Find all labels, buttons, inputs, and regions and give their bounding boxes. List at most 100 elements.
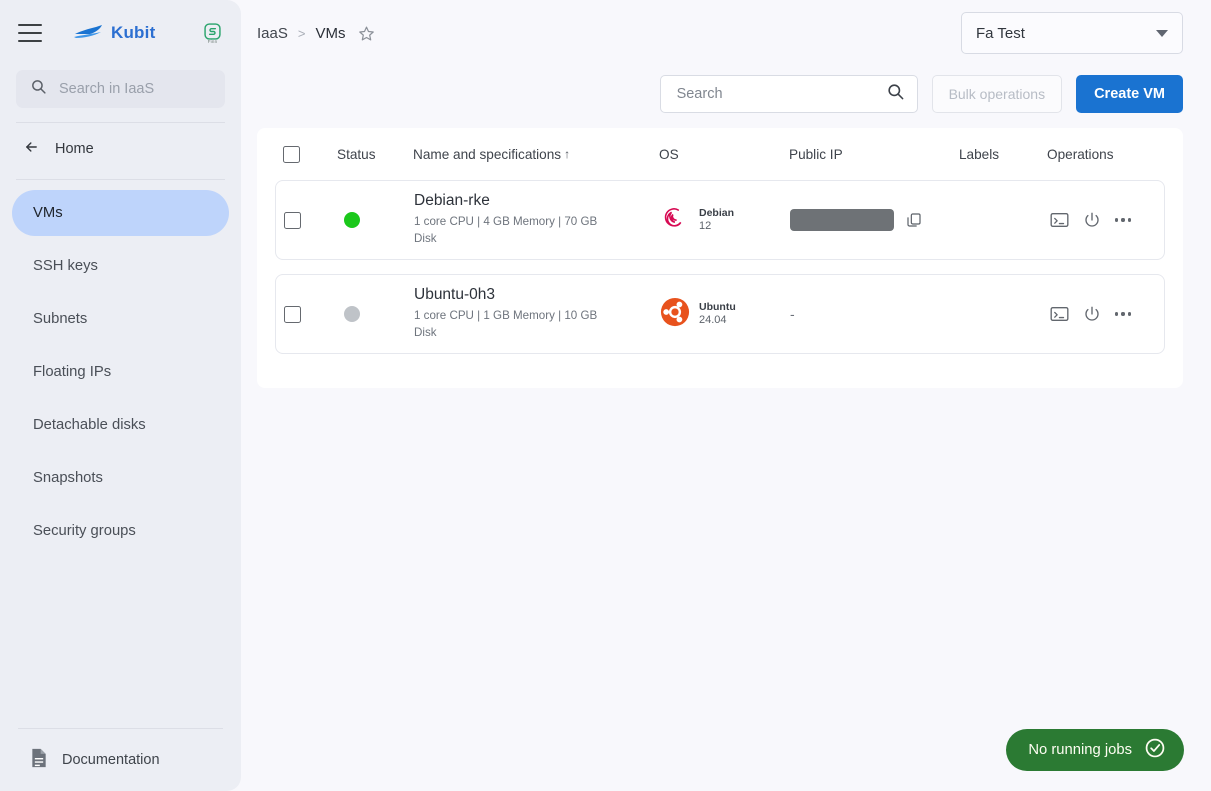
- console-icon[interactable]: [1050, 212, 1069, 228]
- row-operations-cell: [1048, 211, 1164, 229]
- column-header-name-label: Name and specifications: [413, 146, 562, 162]
- sidebar-nav: VMs SSH keys Subnets Floating IPs Detach…: [0, 180, 241, 561]
- row-name-cell: Ubuntu-0h3 1 core CPU | 1 GB Memory | 10…: [414, 286, 660, 342]
- project-select[interactable]: Fa Test: [961, 12, 1183, 54]
- search-icon[interactable]: [886, 82, 905, 106]
- column-header-os[interactable]: OS: [659, 147, 789, 162]
- row-os-cell: Ubuntu 24.04: [660, 297, 790, 332]
- row-select-cell: [276, 305, 338, 323]
- breadcrumb: IaaS > VMs: [257, 25, 375, 42]
- top-bar: IaaS > VMs Fa Test: [241, 0, 1211, 66]
- sidebar-item-detachable-disks[interactable]: Detachable disks: [12, 402, 229, 448]
- row-public-ip-cell: -: [790, 306, 960, 322]
- sidebar: Kubit Finn Search in IaaS Home VMs SSH k…: [0, 0, 241, 791]
- os-info: Debian 12: [699, 207, 734, 234]
- sidebar-item-subnets[interactable]: Subnets: [12, 296, 229, 342]
- sidebar-item-documentation[interactable]: Documentation: [0, 729, 241, 791]
- jobs-status-badge[interactable]: No running jobs: [1006, 729, 1184, 771]
- sidebar-footer: Documentation: [0, 728, 241, 791]
- row-checkbox[interactable]: [284, 211, 301, 229]
- table-row[interactable]: Debian-rke 1 core CPU | 4 GB Memory | 70…: [275, 180, 1165, 260]
- vm-name-link[interactable]: Ubuntu-0h3: [414, 286, 660, 304]
- s-logo-subtext: Finn: [207, 38, 218, 44]
- vm-name-link[interactable]: Debian-rke: [414, 192, 660, 210]
- table-row[interactable]: Ubuntu-0h3 1 core CPU | 1 GB Memory | 10…: [275, 274, 1165, 354]
- sidebar-item-floating-ips[interactable]: Floating IPs: [12, 349, 229, 395]
- status-badge: [344, 306, 360, 322]
- sidebar-item-snapshots[interactable]: Snapshots: [12, 455, 229, 501]
- sidebar-search-placeholder: Search in IaaS: [59, 81, 155, 97]
- column-header-operations: Operations: [1047, 146, 1114, 162]
- sidebar-item-vms[interactable]: VMs: [12, 190, 229, 236]
- search-input-wrap[interactable]: [659, 75, 918, 113]
- boat-logo-icon: [74, 23, 104, 44]
- console-icon[interactable]: [1050, 306, 1069, 322]
- os-version: 24.04: [699, 313, 727, 326]
- check-circle-icon: [1144, 737, 1166, 764]
- search-icon: [30, 78, 47, 100]
- ubuntu-icon: [660, 297, 690, 332]
- jobs-status-label: No running jobs: [1028, 742, 1132, 758]
- column-header-public-ip[interactable]: Public IP: [789, 147, 959, 162]
- sidebar-item-label-security-groups: Security groups: [33, 523, 136, 539]
- public-ip-value: -: [790, 306, 795, 322]
- row-name-cell: Debian-rke 1 core CPU | 4 GB Memory | 70…: [414, 192, 660, 248]
- sidebar-search-input[interactable]: Search in IaaS: [16, 70, 225, 108]
- document-icon: [30, 748, 48, 772]
- row-status-cell: [338, 306, 414, 322]
- arrow-left-icon: [22, 139, 41, 159]
- select-all-checkbox[interactable]: [283, 145, 300, 163]
- sidebar-item-label-ssh-keys: SSH keys: [33, 258, 98, 274]
- os-name: Debian: [699, 206, 735, 219]
- power-icon[interactable]: [1083, 211, 1101, 229]
- select-all-cell: [275, 145, 337, 163]
- main-content: IaaS > VMs Fa Test Search Bulk operation…: [241, 0, 1211, 791]
- breadcrumb-separator: >: [297, 25, 306, 41]
- table-toolbar: Bulk operations Create VM: [241, 66, 1211, 122]
- row-checkbox[interactable]: [284, 305, 301, 323]
- more-options-icon[interactable]: [1115, 312, 1132, 316]
- create-vm-button[interactable]: Create VM: [1076, 75, 1183, 113]
- sidebar-item-label-vms: VMs: [33, 205, 63, 221]
- breadcrumb-current: VMs: [315, 24, 346, 42]
- project-select-value: Fa Test: [976, 24, 1025, 42]
- os-info: Ubuntu 24.04: [699, 301, 736, 328]
- sort-ascending-icon: ↑: [564, 147, 571, 161]
- row-status-cell: [338, 212, 414, 228]
- column-header-status[interactable]: Status: [337, 147, 413, 162]
- sidebar-item-home[interactable]: Home: [0, 123, 241, 175]
- chevron-down-icon: [1156, 29, 1168, 37]
- vm-specs: 1 core CPU | 4 GB Memory | 70 GB Disk: [414, 215, 598, 245]
- column-header-name[interactable]: Name and specifications ↑: [413, 147, 659, 162]
- search-input[interactable]: [676, 86, 886, 102]
- sidebar-item-ssh-keys[interactable]: SSH keys: [12, 243, 229, 289]
- sidebar-item-label-snapshots: Snapshots: [33, 470, 103, 486]
- row-public-ip-cell: [790, 209, 960, 231]
- table-header-row: Status Name and specifications ↑ OS Publ…: [257, 128, 1183, 180]
- row-select-cell: [276, 211, 338, 229]
- more-options-icon[interactable]: [1115, 218, 1132, 222]
- app-root: Kubit Finn Search in IaaS Home VMs SSH k…: [0, 0, 1211, 791]
- copy-icon[interactable]: [906, 212, 922, 228]
- brand[interactable]: Kubit: [74, 23, 194, 44]
- breadcrumb-root[interactable]: IaaS: [257, 25, 288, 42]
- star-outline-icon[interactable]: [358, 25, 375, 42]
- brand-name: Kubit: [111, 23, 156, 42]
- s-logo-icon[interactable]: Finn: [204, 22, 221, 44]
- hamburger-icon[interactable]: [18, 24, 42, 42]
- vm-table: Status Name and specifications ↑ OS Publ…: [257, 128, 1183, 388]
- sidebar-item-security-groups[interactable]: Security groups: [12, 508, 229, 554]
- os-version: 12: [699, 219, 712, 232]
- sidebar-item-label-documentation: Documentation: [62, 752, 160, 768]
- sidebar-item-label-home: Home: [55, 141, 94, 157]
- row-os-cell: Debian 12: [660, 203, 790, 238]
- sidebar-item-label-detachable-disks: Detachable disks: [33, 417, 146, 433]
- column-header-labels[interactable]: Labels: [959, 147, 1047, 162]
- sidebar-item-label-floating-ips: Floating IPs: [33, 364, 112, 380]
- sidebar-item-label-subnets: Subnets: [33, 311, 88, 327]
- sidebar-header: Kubit Finn: [0, 0, 241, 66]
- os-name: Ubuntu: [699, 300, 736, 313]
- bulk-operations-button[interactable]: Bulk operations: [931, 75, 1063, 113]
- vm-specs: 1 core CPU | 1 GB Memory | 10 GB Disk: [414, 309, 598, 339]
- power-icon[interactable]: [1083, 305, 1101, 323]
